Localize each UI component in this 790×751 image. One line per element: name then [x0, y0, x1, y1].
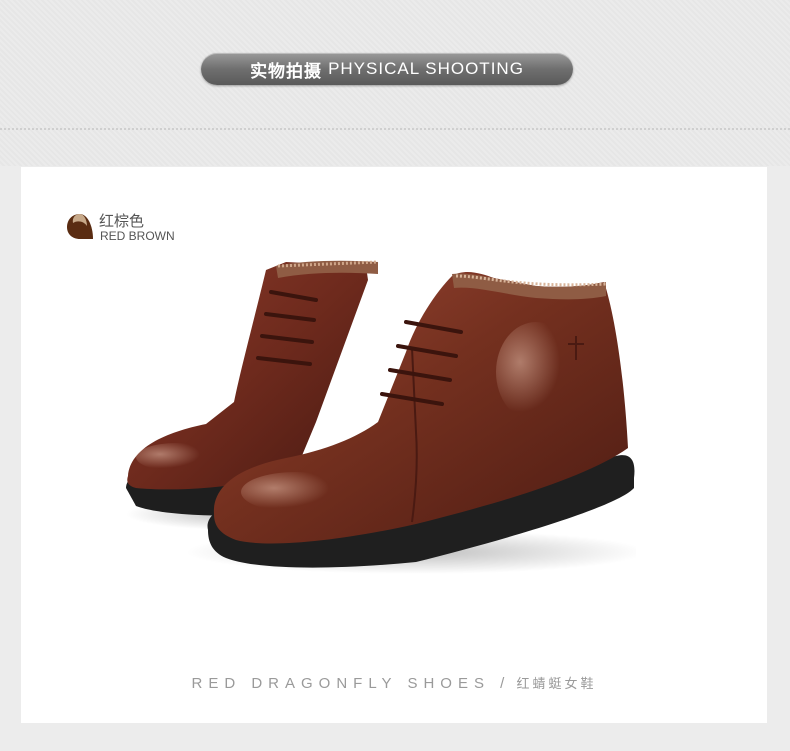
dotted-divider	[0, 128, 790, 130]
brand-name-cn: 红蜻蜓女鞋	[516, 676, 597, 691]
section-title-pill: 实物拍摄 PHYSICAL SHOOTING	[201, 53, 573, 85]
color-swatch-icon	[67, 214, 93, 239]
brand-name-en: RED DRAGONFLY SHOES	[191, 675, 490, 692]
product-image	[126, 260, 636, 574]
color-name-cn: 红棕色	[99, 213, 145, 230]
color-name-en: RED BROWN	[100, 229, 175, 243]
brand-caption: RED DRAGONFLY SHOES / 红蜻蜓女鞋	[21, 673, 767, 692]
caption-separator: /	[500, 675, 507, 692]
product-photo-panel: 红棕色 RED BROWN RED DRAGONFLY SHOES / 红蜻蜓女…	[21, 167, 767, 723]
section-title-en: PHYSICAL SHOOTING	[328, 59, 524, 78]
section-title-cn: 实物拍摄	[250, 61, 323, 81]
